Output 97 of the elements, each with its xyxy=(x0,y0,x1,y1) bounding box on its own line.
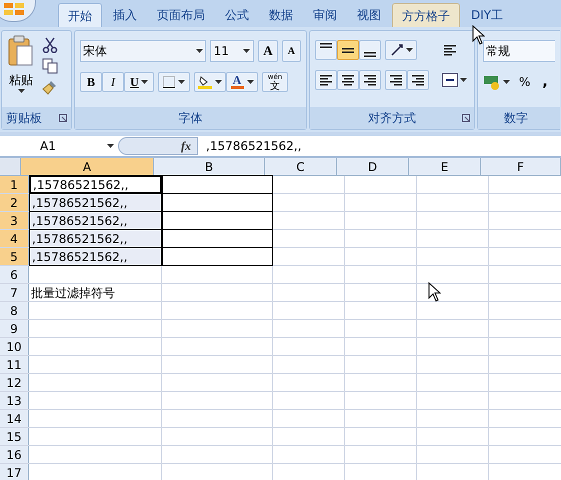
orientation-button[interactable] xyxy=(385,40,417,60)
border-button[interactable] xyxy=(158,72,190,92)
align-center-icon xyxy=(341,73,355,87)
border-icon xyxy=(163,76,175,88)
increase-indent-icon xyxy=(411,73,425,87)
paste-button[interactable]: 粘贴 xyxy=(6,35,36,107)
align-right-button[interactable] xyxy=(359,70,381,90)
row-header[interactable]: 9 xyxy=(0,320,29,337)
row-header[interactable]: 14 xyxy=(0,410,29,427)
clipboard-icon xyxy=(8,35,34,67)
row-header[interactable]: 7 xyxy=(0,284,29,301)
insert-function-label[interactable]: fx xyxy=(181,137,191,155)
comma-button[interactable]: , xyxy=(539,72,551,92)
table-cell: ,15786521562,, xyxy=(29,247,162,266)
dropdown-caret-icon xyxy=(406,48,412,52)
group-title: 剪贴板 xyxy=(6,110,42,127)
table-cell: ,15786521562,, xyxy=(29,229,162,248)
vertical-align-button[interactable] xyxy=(315,40,337,60)
ribbon-tab[interactable]: 开始 xyxy=(58,3,102,27)
group-title: 对齐方式 xyxy=(368,110,416,127)
row-header[interactable]: 5 xyxy=(0,248,29,265)
align-left-icon xyxy=(319,73,333,87)
font-size-dropdown[interactable]: 11 xyxy=(210,40,254,62)
copy-icon[interactable] xyxy=(42,58,58,74)
row-header[interactable]: 13 xyxy=(0,392,29,409)
top-align-icon xyxy=(320,43,332,48)
row-header[interactable]: 6 xyxy=(0,266,29,283)
percent-button[interactable]: % xyxy=(516,72,534,92)
merge-cells-icon xyxy=(442,73,458,87)
font-name-dropdown[interactable]: 宋体 xyxy=(80,40,206,62)
row-header[interactable]: 8 xyxy=(0,302,29,319)
table-cell: ,15786521562,, xyxy=(29,211,162,230)
dialog-launcher-icon[interactable] xyxy=(462,114,470,122)
shrink-font-button[interactable]: A xyxy=(282,40,301,62)
middle-align-icon xyxy=(342,48,354,52)
row-header[interactable]: 10 xyxy=(0,338,29,355)
dropdown-caret-icon xyxy=(246,80,254,84)
row-header[interactable]: 2 xyxy=(0,194,29,211)
formula-input[interactable]: ,15786521562,, xyxy=(206,137,561,155)
ribbon-tab[interactable]: DIY工 xyxy=(462,3,512,27)
office-logo-icon xyxy=(4,3,24,15)
table-cell: 批量过滤掉符号 xyxy=(29,284,162,301)
column-header[interactable]: A xyxy=(21,158,154,175)
italic-button[interactable]: I xyxy=(102,72,124,92)
merge-cells-button[interactable] xyxy=(439,70,469,90)
vertical-align-button[interactable] xyxy=(337,40,359,60)
align-left-button[interactable] xyxy=(315,70,337,90)
ribbon-tab[interactable]: 页面布局 xyxy=(148,3,214,27)
dropdown-caret-icon xyxy=(243,49,250,53)
table-cell: ,15786521562,, xyxy=(29,193,162,212)
bold-button[interactable]: B xyxy=(80,72,102,92)
align-right-icon xyxy=(363,73,377,87)
dropdown-caret-icon xyxy=(196,49,203,53)
dropdown-caret-icon xyxy=(178,80,185,84)
ribbon-tab[interactable]: 审阅 xyxy=(304,3,346,27)
dropdown-caret-icon xyxy=(215,80,222,84)
ribbon-tab[interactable]: 视图 xyxy=(348,3,390,27)
ribbon-tab[interactable]: 插入 xyxy=(104,3,146,27)
grow-font-button[interactable]: A xyxy=(258,40,278,62)
dialog-launcher-icon[interactable] xyxy=(59,114,67,122)
ribbon-tab[interactable]: 数据 xyxy=(260,3,302,27)
number-format-dropdown[interactable]: 常规 xyxy=(483,40,555,62)
paint-bucket-icon xyxy=(198,75,212,89)
row-header[interactable]: 1 xyxy=(0,176,29,193)
vertical-align-button[interactable] xyxy=(359,40,381,60)
row-header[interactable]: 4 xyxy=(0,230,29,247)
scissors-icon[interactable] xyxy=(42,37,58,53)
row-header[interactable]: 11 xyxy=(0,356,29,373)
table-cell: ,15786521562,, xyxy=(29,175,162,194)
decrease-indent-icon xyxy=(389,73,403,87)
dropdown-caret-icon xyxy=(460,78,466,82)
name-box[interactable]: A1 xyxy=(0,137,118,155)
row-header[interactable]: 12 xyxy=(0,374,29,391)
font-color-button[interactable]: A xyxy=(226,72,258,92)
money-icon xyxy=(483,74,501,90)
group-title: 字体 xyxy=(178,110,202,127)
dropdown-caret-icon xyxy=(140,80,148,84)
decrease-indent-button[interactable] xyxy=(385,70,407,90)
ribbon-tab[interactable]: 公式 xyxy=(216,3,258,27)
underline-button[interactable]: U xyxy=(124,72,154,92)
increase-indent-button[interactable] xyxy=(407,70,429,90)
row-header[interactable]: 17 xyxy=(0,464,29,480)
row-header[interactable]: 16 xyxy=(0,446,29,463)
dropdown-caret-icon xyxy=(503,80,510,84)
dropdown-caret-icon xyxy=(107,144,114,148)
ribbon-tab[interactable]: 方方格子 xyxy=(392,3,460,27)
brush-icon[interactable] xyxy=(42,79,58,95)
align-center-button[interactable] xyxy=(337,70,359,90)
dropdown-caret-icon xyxy=(18,89,24,93)
bottom-align-icon xyxy=(364,52,376,57)
row-header[interactable]: 15 xyxy=(0,428,29,445)
group-title: 数字 xyxy=(504,110,528,127)
row-header[interactable]: 3 xyxy=(0,212,29,229)
wrap-text-icon xyxy=(443,43,457,57)
slanted-text-icon xyxy=(390,43,404,57)
fill-color-button[interactable] xyxy=(194,72,226,92)
mouse-pointer-icon xyxy=(472,25,485,45)
